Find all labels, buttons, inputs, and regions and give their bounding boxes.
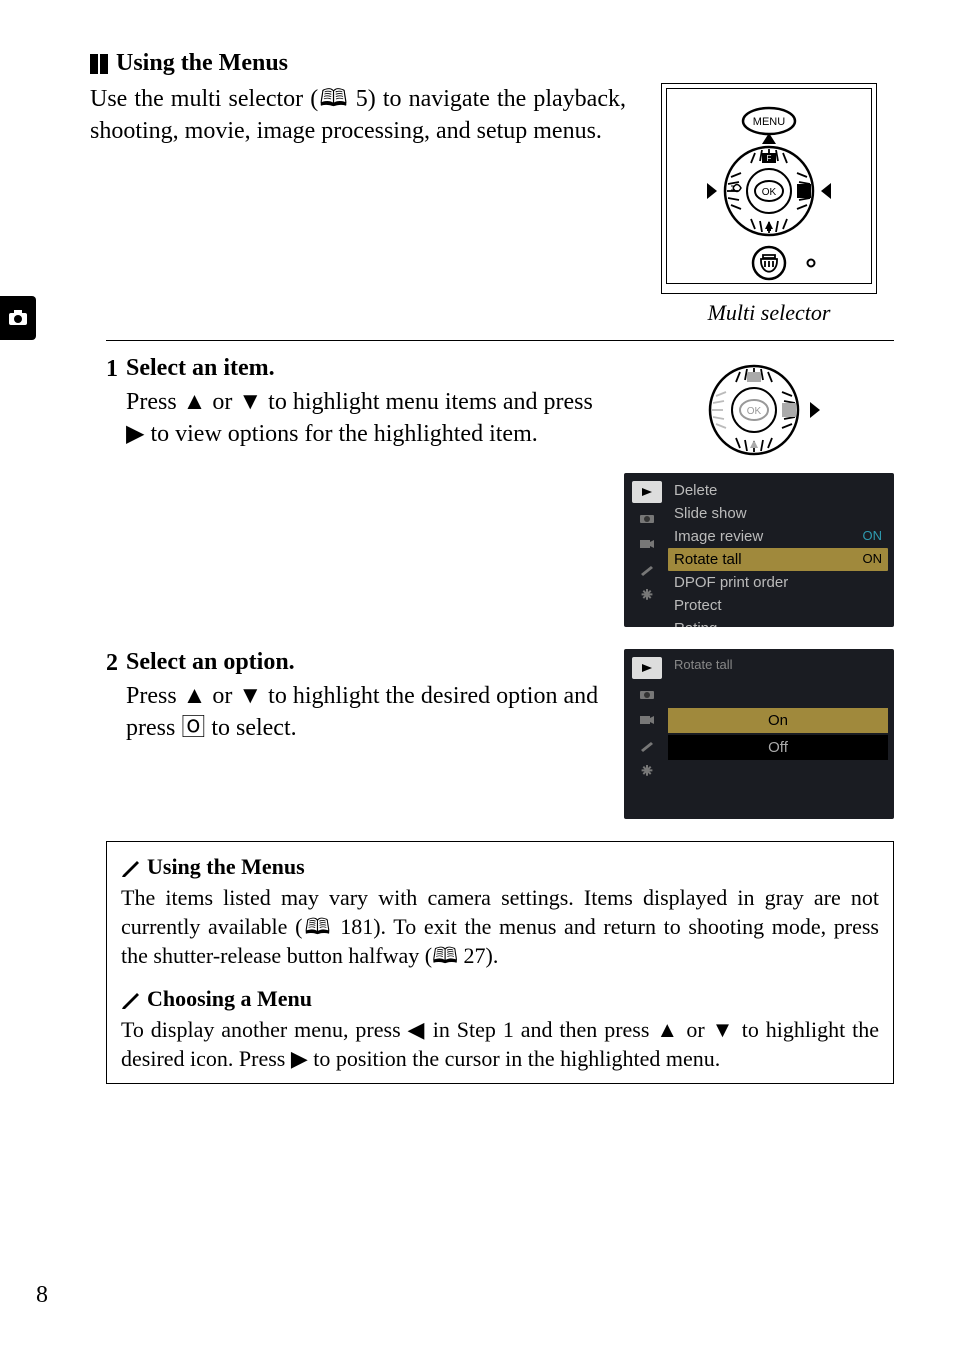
svg-text:F: F [767, 154, 772, 163]
svg-text:MENU: MENU [753, 116, 785, 128]
option-title: Rotate tall [668, 655, 888, 678]
menu-item: Rating [668, 617, 888, 627]
note-title: Choosing a Menu [147, 984, 312, 1013]
page-number: 8 [36, 1282, 48, 1309]
retouch-tab-icon [632, 559, 662, 581]
movie-tab-icon [632, 533, 662, 555]
multi-selector-diagram: MENU OK F [661, 83, 877, 294]
menu-item: Slide show [668, 502, 888, 525]
svg-text:OK: OK [747, 406, 762, 417]
intro-text: Use the multi selector (🕮 5) to navigate… [90, 83, 626, 326]
side-tab [0, 296, 36, 340]
step-text: Press ▲ or ▼ to highlight the desired op… [126, 680, 606, 745]
note-body: To display another menu, press ◀ in Step… [121, 1015, 879, 1073]
selector-right-diagram: OK [624, 355, 894, 465]
menu-screenshot: Delete Slide show Image reviewON Rotate … [624, 473, 894, 627]
playback-tab-icon [632, 657, 662, 679]
setup-tab-icon [632, 761, 662, 783]
svg-text:OK: OK [762, 187, 777, 198]
heading-bullet-icon [90, 54, 108, 74]
step-1: 1 Select an item. Press ▲ or ▼ to highli… [90, 355, 894, 627]
note-title: Using the Menus [147, 852, 305, 881]
camera-tab-icon [6, 306, 30, 330]
shooting-tab-icon [632, 683, 662, 705]
multi-selector-icon: MENU OK F [669, 91, 869, 281]
step-number: 2 [106, 649, 118, 819]
menu-item: Image reviewON [668, 525, 888, 548]
section-heading: Using the Menus [116, 50, 288, 77]
section-divider [106, 340, 894, 341]
step-2: 2 Select an option. Press ▲ or ▼ to high… [90, 649, 894, 819]
setup-tab-icon [632, 585, 662, 607]
note-body: The items listed may vary with camera se… [121, 883, 879, 970]
menu-item: Protect [668, 594, 888, 617]
menu-item-highlighted: Rotate tallON [668, 548, 888, 571]
note-box: Using the Menus The items listed may var… [106, 841, 894, 1084]
menu-item: DPOF print order [668, 571, 888, 594]
multi-selector-caption: Multi selector [708, 300, 831, 326]
option-item: Off [668, 735, 888, 760]
step-title: Select an option. [126, 649, 606, 676]
playback-tab-icon [632, 481, 662, 503]
step-title: Select an item. [126, 355, 606, 382]
pencil-icon [121, 989, 141, 1009]
pencil-icon [121, 857, 141, 877]
shooting-tab-icon [632, 507, 662, 529]
step-number: 1 [106, 355, 118, 627]
movie-tab-icon [632, 709, 662, 731]
retouch-tab-icon [632, 735, 662, 757]
step-text: Press ▲ or ▼ to highlight menu items and… [126, 386, 606, 451]
option-screenshot: Rotate tall On Off [624, 649, 894, 819]
menu-item: Delete [668, 479, 888, 502]
option-selected: On [668, 708, 888, 733]
section-heading-row: Using the Menus [90, 50, 894, 77]
